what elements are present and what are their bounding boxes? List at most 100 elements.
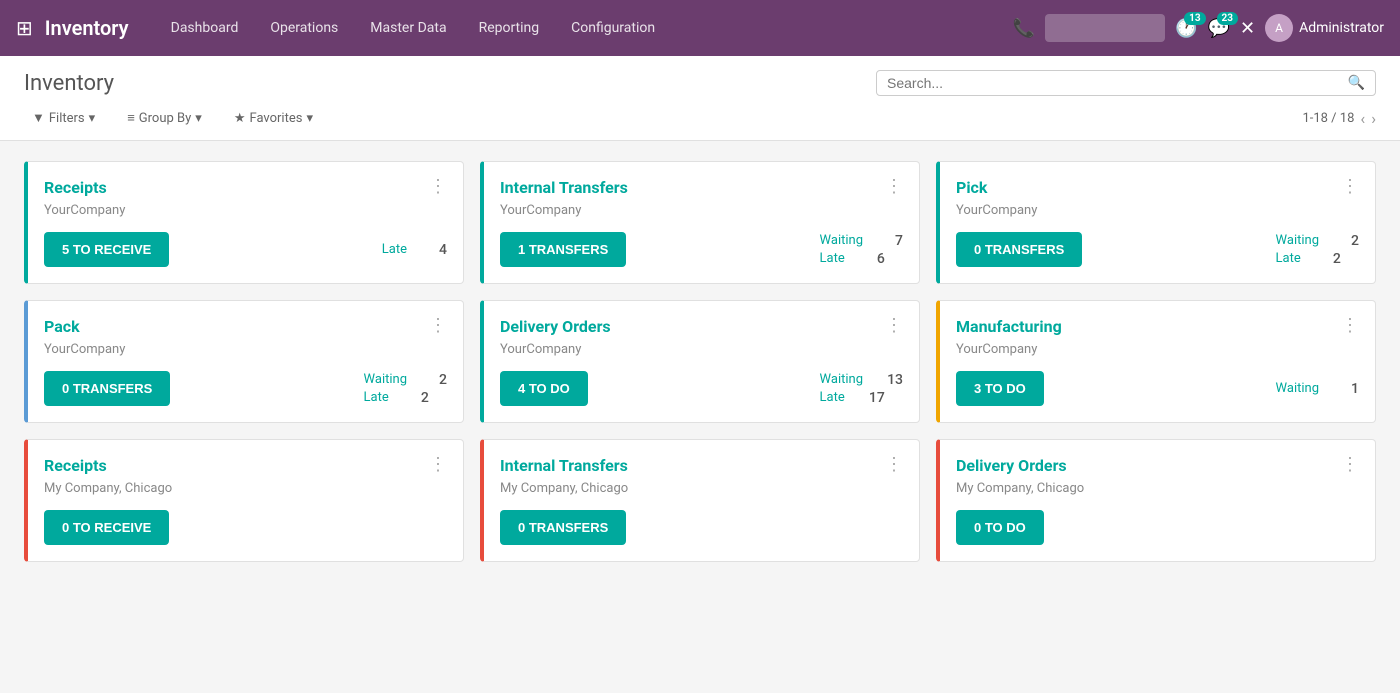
search-icon[interactable]: 🔍 xyxy=(1348,75,1365,91)
card-body: 0 TO DO xyxy=(956,510,1359,545)
card-subtitle: My Company, Chicago xyxy=(500,481,903,496)
card-action-button[interactable]: 0 TO DO xyxy=(956,510,1044,545)
stat-label: Waiting xyxy=(1276,381,1319,396)
next-page-arrow[interactable]: › xyxy=(1371,109,1376,128)
stat-row: Late 4 xyxy=(382,242,447,258)
card-menu-button[interactable]: ⋮ xyxy=(1341,317,1359,335)
card-stats: Waiting 13 Late 17 xyxy=(820,372,903,406)
card-title: Internal Transfers xyxy=(500,178,628,197)
phone-icon[interactable]: 📞 xyxy=(1013,18,1035,39)
menu-configuration[interactable]: Configuration xyxy=(557,12,669,44)
card-action-button[interactable]: 3 TO DO xyxy=(956,371,1044,406)
card-body: 1 TRANSFERS Waiting 7 Late 6 xyxy=(500,232,903,267)
menu-dashboard[interactable]: Dashboard xyxy=(157,12,253,44)
card-stats: Waiting 7 Late 6 xyxy=(820,233,903,267)
card-action-button[interactable]: 0 TRANSFERS xyxy=(500,510,626,545)
card-header: Internal Transfers ⋮ xyxy=(500,178,903,197)
stat-row: Waiting 2 xyxy=(364,372,447,388)
card-menu-button[interactable]: ⋮ xyxy=(885,178,903,196)
card-header: Delivery Orders ⋮ xyxy=(956,456,1359,475)
card-title-group: Receipts xyxy=(44,178,107,197)
stat-row: Late 2 xyxy=(1276,251,1359,267)
stat-value: 2 xyxy=(1321,251,1341,267)
card-stats: Waiting 2 Late 2 xyxy=(1276,233,1359,267)
stat-value: 7 xyxy=(883,233,903,249)
stat-value: 6 xyxy=(865,251,885,267)
card-menu-button[interactable]: ⋮ xyxy=(885,317,903,335)
card-action-button[interactable]: 1 TRANSFERS xyxy=(500,232,626,267)
menu-reporting[interactable]: Reporting xyxy=(465,12,554,44)
search-input[interactable] xyxy=(887,75,1342,91)
stat-row: Waiting 13 xyxy=(820,372,903,388)
stat-label: Late xyxy=(820,390,845,405)
card-body: 0 TRANSFERS Waiting 2 Late 2 xyxy=(956,232,1359,267)
card-title-group: Internal Transfers xyxy=(500,178,628,197)
cards-grid: Receipts ⋮ YourCompany 5 TO RECEIVE Late… xyxy=(24,161,1376,562)
card-menu-button[interactable]: ⋮ xyxy=(429,456,447,474)
stat-row: Late 17 xyxy=(820,390,903,406)
card-title: Receipts xyxy=(44,178,107,197)
card-action-button[interactable]: 0 TO RECEIVE xyxy=(44,510,169,545)
search-bar[interactable]: 🔍 xyxy=(876,70,1376,96)
clock-icon[interactable]: 🕐 13 xyxy=(1175,18,1197,39)
stat-row: Waiting 2 xyxy=(1276,233,1359,249)
card-stats: Waiting 1 xyxy=(1276,381,1359,397)
stat-value: 17 xyxy=(865,390,885,406)
card-action-button[interactable]: 4 TO DO xyxy=(500,371,588,406)
card-body: 0 TO RECEIVE xyxy=(44,510,447,545)
user-menu[interactable]: A Administrator xyxy=(1265,14,1384,42)
card-internal-transfers-chicago: Internal Transfers ⋮ My Company, Chicago… xyxy=(480,439,920,562)
card-action-button[interactable]: 0 TRANSFERS xyxy=(44,371,170,406)
card-menu-button[interactable]: ⋮ xyxy=(885,456,903,474)
filter-icon: ▼ xyxy=(32,110,45,126)
card-title: Delivery Orders xyxy=(956,456,1067,475)
stat-label: Waiting xyxy=(364,372,407,387)
stat-label: Late xyxy=(364,390,389,405)
stat-row: Waiting 7 xyxy=(820,233,903,249)
card-subtitle: My Company, Chicago xyxy=(956,481,1359,496)
stat-row: Late 2 xyxy=(364,390,447,406)
favorites-label: Favorites xyxy=(249,111,302,126)
card-menu-button[interactable]: ⋮ xyxy=(1341,178,1359,196)
card-menu-button[interactable]: ⋮ xyxy=(429,178,447,196)
card-subtitle: YourCompany xyxy=(44,203,447,218)
toolbar-right: 1-18 / 18 ‹ › xyxy=(1302,109,1376,128)
card-receipts-chicago: Receipts ⋮ My Company, Chicago 0 TO RECE… xyxy=(24,439,464,562)
card-body: 3 TO DO Waiting 1 xyxy=(956,371,1359,406)
card-title-group: Delivery Orders xyxy=(956,456,1067,475)
grid-icon[interactable]: ⊞ xyxy=(16,16,33,40)
card-title: Receipts xyxy=(44,456,107,475)
card-action-button[interactable]: 0 TRANSFERS xyxy=(956,232,1082,267)
card-header: Receipts ⋮ xyxy=(44,178,447,197)
favorites-caret: ▾ xyxy=(306,111,313,126)
card-action-button[interactable]: 5 TO RECEIVE xyxy=(44,232,169,267)
card-subtitle: YourCompany xyxy=(44,342,447,357)
favorites-button[interactable]: ★ Favorites ▾ xyxy=(226,106,321,130)
filters-button[interactable]: ▼ Filters ▾ xyxy=(24,106,103,130)
card-header: Manufacturing ⋮ xyxy=(956,317,1359,336)
stat-value: 2 xyxy=(409,390,429,406)
card-title-group: Manufacturing xyxy=(956,317,1062,336)
chat-icon[interactable]: 💬 23 xyxy=(1208,18,1230,39)
card-subtitle: My Company, Chicago xyxy=(44,481,447,496)
topnav-progress-bar xyxy=(1045,14,1165,42)
menu-operations[interactable]: Operations xyxy=(256,12,352,44)
card-manufacturing-yourcompany: Manufacturing ⋮ YourCompany 3 TO DO Wait… xyxy=(936,300,1376,423)
stat-label: Late xyxy=(820,251,845,266)
card-subtitle: YourCompany xyxy=(956,342,1359,357)
card-body: 5 TO RECEIVE Late 4 xyxy=(44,232,447,267)
card-title-group: Internal Transfers xyxy=(500,456,628,475)
prev-page-arrow[interactable]: ‹ xyxy=(1360,109,1365,128)
close-icon[interactable]: ✕ xyxy=(1240,18,1255,39)
menu-master-data[interactable]: Master Data xyxy=(356,12,460,44)
groupby-button[interactable]: ≡ Group By ▾ xyxy=(119,106,210,130)
toolbar: ▼ Filters ▾ ≡ Group By ▾ ★ Favorites ▾ 1… xyxy=(24,106,1376,130)
card-menu-button[interactable]: ⋮ xyxy=(429,317,447,335)
avatar: A xyxy=(1265,14,1293,42)
chat-badge: 23 xyxy=(1217,12,1238,25)
card-title: Pack xyxy=(44,317,80,336)
card-menu-button[interactable]: ⋮ xyxy=(1341,456,1359,474)
stat-value: 2 xyxy=(1339,233,1359,249)
groupby-icon: ≡ xyxy=(127,110,135,126)
card-title-group: Delivery Orders xyxy=(500,317,611,336)
